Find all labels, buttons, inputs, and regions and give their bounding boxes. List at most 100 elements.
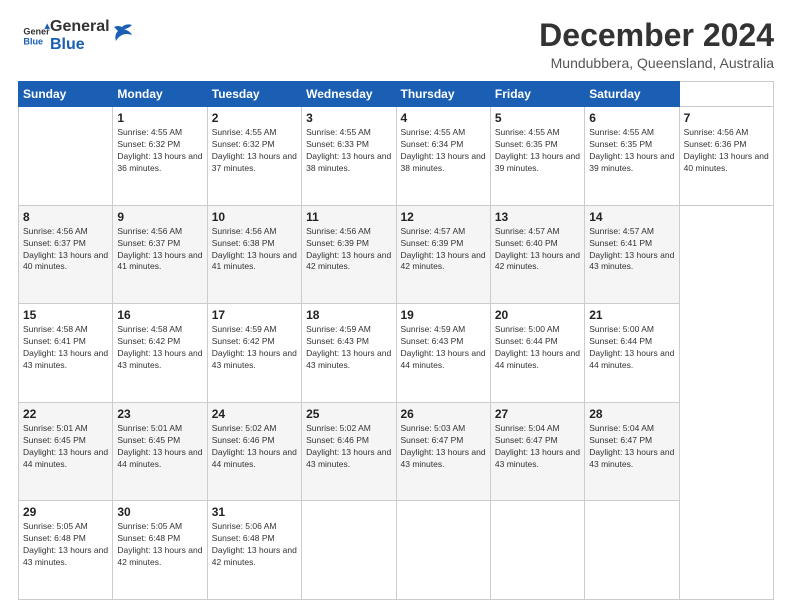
page: General Blue General Blue December 2024 … [0, 0, 792, 612]
day-info: Sunrise: 4:58 AMSunset: 6:41 PMDaylight:… [23, 324, 108, 372]
day-info: Sunrise: 4:59 AMSunset: 6:43 PMDaylight:… [306, 324, 391, 372]
day-number: 14 [589, 210, 674, 224]
header: General Blue General Blue December 2024 … [18, 18, 774, 71]
day-info: Sunrise: 5:01 AMSunset: 6:45 PMDaylight:… [117, 423, 202, 471]
col-sunday: Sunday [19, 82, 113, 107]
table-row: 15 Sunrise: 4:58 AMSunset: 6:41 PMDayligh… [19, 304, 113, 403]
day-number: 27 [495, 407, 580, 421]
day-info: Sunrise: 5:04 AMSunset: 6:47 PMDaylight:… [589, 423, 674, 471]
table-row: 5 Sunrise: 4:55 AMSunset: 6:35 PMDaylight… [490, 107, 584, 206]
day-number: 6 [589, 111, 674, 125]
calendar-week-row: 1 Sunrise: 4:55 AMSunset: 6:32 PMDaylight… [19, 107, 774, 206]
table-row: 28 Sunrise: 5:04 AMSunset: 6:47 PMDayligh… [585, 402, 679, 501]
table-row: 18 Sunrise: 4:59 AMSunset: 6:43 PMDayligh… [302, 304, 396, 403]
day-info: Sunrise: 5:06 AMSunset: 6:48 PMDaylight:… [212, 521, 297, 569]
logo: General Blue General Blue [18, 18, 134, 53]
day-number: 25 [306, 407, 391, 421]
calendar-week-row: 15 Sunrise: 4:58 AMSunset: 6:41 PMDayligh… [19, 304, 774, 403]
table-row: 22 Sunrise: 5:01 AMSunset: 6:45 PMDayligh… [19, 402, 113, 501]
table-row: 1 Sunrise: 4:55 AMSunset: 6:32 PMDaylight… [113, 107, 207, 206]
day-number: 29 [23, 505, 108, 519]
day-info: Sunrise: 4:57 AMSunset: 6:40 PMDaylight:… [495, 226, 580, 274]
day-number: 12 [401, 210, 486, 224]
day-number: 5 [495, 111, 580, 125]
day-info: Sunrise: 4:56 AMSunset: 6:39 PMDaylight:… [306, 226, 391, 274]
table-row: 8 Sunrise: 4:56 AMSunset: 6:37 PMDaylight… [19, 205, 113, 304]
day-number: 18 [306, 308, 391, 322]
day-number: 17 [212, 308, 297, 322]
table-row: 25 Sunrise: 5:02 AMSunset: 6:46 PMDayligh… [302, 402, 396, 501]
col-thursday: Thursday [396, 82, 490, 107]
table-row: 16Sunrise: 4:58 AMSunset: 6:42 PMDayligh… [113, 304, 207, 403]
table-row: 17Sunrise: 4:59 AMSunset: 6:42 PMDayligh… [207, 304, 301, 403]
table-row: 20 Sunrise: 5:00 AMSunset: 6:44 PMDayligh… [490, 304, 584, 403]
table-row: 12Sunrise: 4:57 AMSunset: 6:39 PMDayligh… [396, 205, 490, 304]
table-row [302, 501, 396, 600]
day-info: Sunrise: 4:55 AMSunset: 6:35 PMDaylight:… [589, 127, 674, 175]
calendar-week-row: 29 Sunrise: 5:05 AMSunset: 6:48 PMDayligh… [19, 501, 774, 600]
main-title: December 2024 [539, 18, 774, 53]
day-number: 22 [23, 407, 108, 421]
day-number: 3 [306, 111, 391, 125]
day-number: 1 [117, 111, 202, 125]
calendar-header-row: Sunday Monday Tuesday Wednesday Thursday… [19, 82, 774, 107]
subtitle: Mundubbera, Queensland, Australia [539, 55, 774, 71]
table-row: 13Sunrise: 4:57 AMSunset: 6:40 PMDayligh… [490, 205, 584, 304]
table-row: 27 Sunrise: 5:04 AMSunset: 6:47 PMDayligh… [490, 402, 584, 501]
table-row: 11 Sunrise: 4:56 AMSunset: 6:39 PMDayligh… [302, 205, 396, 304]
table-row: 10 Sunrise: 4:56 AMSunset: 6:38 PMDayligh… [207, 205, 301, 304]
day-number: 15 [23, 308, 108, 322]
logo-icon: General Blue [22, 22, 50, 50]
day-info: Sunrise: 5:01 AMSunset: 6:45 PMDaylight:… [23, 423, 108, 471]
col-friday: Friday [490, 82, 584, 107]
day-info: Sunrise: 5:02 AMSunset: 6:46 PMDaylight:… [306, 423, 391, 471]
day-number: 20 [495, 308, 580, 322]
table-row [490, 501, 584, 600]
day-number: 24 [212, 407, 297, 421]
table-row: 7 Sunrise: 4:56 AMSunset: 6:36 PMDaylight… [679, 107, 773, 206]
table-row: 24 Sunrise: 5:02 AMSunset: 6:46 PMDayligh… [207, 402, 301, 501]
logo-bird-icon [112, 21, 134, 43]
table-row: 29 Sunrise: 5:05 AMSunset: 6:48 PMDayligh… [19, 501, 113, 600]
col-monday: Monday [113, 82, 207, 107]
day-number: 4 [401, 111, 486, 125]
table-row: 9Sunrise: 4:56 AMSunset: 6:37 PMDaylight… [113, 205, 207, 304]
day-info: Sunrise: 5:02 AMSunset: 6:46 PMDaylight:… [212, 423, 297, 471]
day-number: 10 [212, 210, 297, 224]
day-number: 7 [684, 111, 769, 125]
day-info: Sunrise: 5:00 AMSunset: 6:44 PMDaylight:… [495, 324, 580, 372]
title-block: December 2024 Mundubbera, Queensland, Au… [539, 18, 774, 71]
logo-blue: Blue [50, 36, 110, 54]
day-info: Sunrise: 4:56 AMSunset: 6:37 PMDaylight:… [23, 226, 108, 274]
table-row: 4 Sunrise: 4:55 AMSunset: 6:34 PMDaylight… [396, 107, 490, 206]
day-info: Sunrise: 4:55 AMSunset: 6:35 PMDaylight:… [495, 127, 580, 175]
col-tuesday: Tuesday [207, 82, 301, 107]
day-info: Sunrise: 4:55 AMSunset: 6:32 PMDaylight:… [117, 127, 202, 175]
day-number: 30 [117, 505, 202, 519]
calendar-week-row: 22 Sunrise: 5:01 AMSunset: 6:45 PMDayligh… [19, 402, 774, 501]
day-number: 28 [589, 407, 674, 421]
table-row: 19Sunrise: 4:59 AMSunset: 6:43 PMDayligh… [396, 304, 490, 403]
table-row: 14Sunrise: 4:57 AMSunset: 6:41 PMDayligh… [585, 205, 679, 304]
table-row: 2Sunrise: 4:55 AMSunset: 6:32 PMDaylight… [207, 107, 301, 206]
col-wednesday: Wednesday [302, 82, 396, 107]
day-info: Sunrise: 5:05 AMSunset: 6:48 PMDaylight:… [23, 521, 108, 569]
table-row: 6 Sunrise: 4:55 AMSunset: 6:35 PMDaylight… [585, 107, 679, 206]
table-row: 21Sunrise: 5:00 AMSunset: 6:44 PMDayligh… [585, 304, 679, 403]
day-info: Sunrise: 5:00 AMSunset: 6:44 PMDaylight:… [589, 324, 674, 372]
table-row: 30 Sunrise: 5:05 AMSunset: 6:48 PMDayligh… [113, 501, 207, 600]
day-number: 16 [117, 308, 202, 322]
logo-general: General [50, 18, 110, 36]
day-info: Sunrise: 4:56 AMSunset: 6:36 PMDaylight:… [684, 127, 769, 175]
day-info: Sunrise: 4:56 AMSunset: 6:38 PMDaylight:… [212, 226, 297, 274]
day-number: 8 [23, 210, 108, 224]
day-number: 11 [306, 210, 391, 224]
table-row [396, 501, 490, 600]
day-info: Sunrise: 5:04 AMSunset: 6:47 PMDaylight:… [495, 423, 580, 471]
day-number: 2 [212, 111, 297, 125]
day-info: Sunrise: 4:55 AMSunset: 6:34 PMDaylight:… [401, 127, 486, 175]
day-info: Sunrise: 5:05 AMSunset: 6:48 PMDaylight:… [117, 521, 202, 569]
day-info: Sunrise: 5:03 AMSunset: 6:47 PMDaylight:… [401, 423, 486, 471]
day-number: 19 [401, 308, 486, 322]
day-number: 9 [117, 210, 202, 224]
